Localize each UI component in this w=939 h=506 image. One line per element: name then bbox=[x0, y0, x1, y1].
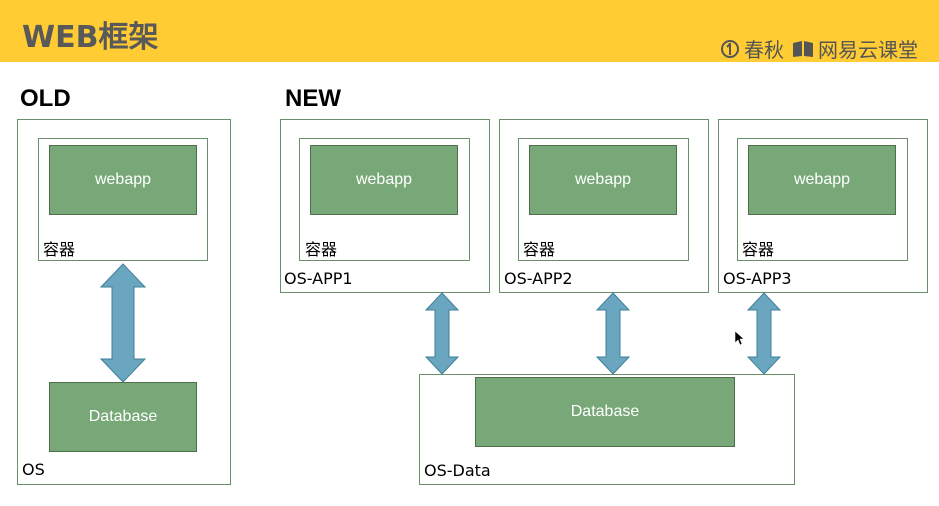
app2-double-arrow-icon bbox=[595, 292, 631, 375]
app3-double-arrow-icon bbox=[746, 292, 782, 375]
app1-double-arrow-icon bbox=[424, 292, 460, 375]
old-double-arrow-icon bbox=[99, 263, 147, 383]
arrows-layer bbox=[99, 263, 782, 383]
mouse-cursor-icon bbox=[734, 330, 745, 346]
